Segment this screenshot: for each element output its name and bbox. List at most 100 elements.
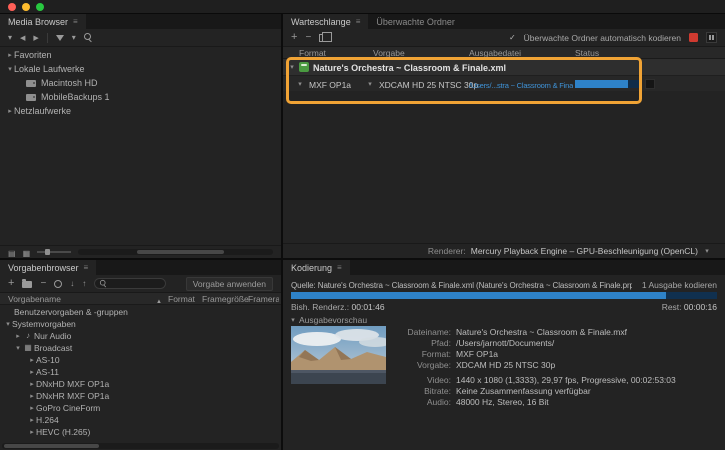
disclosure-collapsed-icon[interactable] (28, 393, 36, 400)
preset-row-systemvorgaben[interactable]: Systemvorgaben (0, 318, 281, 330)
status-cell (645, 79, 655, 89)
preset-settings-icon[interactable] (54, 280, 62, 288)
chevron-down-icon[interactable] (703, 248, 711, 255)
disclosure-expanded-icon[interactable] (6, 66, 14, 73)
column-status[interactable]: Status (575, 48, 599, 58)
detail-row: Bitrate:Keine Zusammenfassung verfügbar (389, 386, 676, 397)
zoom-window-button[interactable] (36, 3, 44, 11)
renderer-dropdown[interactable]: Mercury Playback Engine – GPU-Beschleuni… (471, 246, 698, 256)
stop-queue-button[interactable] (689, 33, 698, 42)
file-type-filter-icon[interactable] (72, 33, 76, 43)
preset-row-dnxhr[interactable]: DNxHR MXF OP1a (0, 390, 281, 402)
delete-preset-icon[interactable] (40, 279, 46, 289)
column-format[interactable]: Format (299, 48, 326, 58)
tab-warteschlange[interactable]: Warteschlange (283, 14, 368, 29)
tree-item-lokale-laufwerke[interactable]: Lokale Laufwerke (0, 62, 281, 76)
duplicate-icon[interactable] (319, 34, 327, 42)
preset-row-as11[interactable]: AS-11 (0, 366, 281, 378)
preset-dropdown-icon[interactable] (366, 81, 374, 88)
tree-item-favoriten[interactable]: Favoriten (0, 48, 281, 62)
scrollbar-thumb[interactable] (4, 444, 99, 448)
macos-titlebar (0, 0, 725, 14)
forward-icon[interactable] (33, 33, 38, 43)
preset-row-broadcast[interactable]: Broadcast (0, 342, 281, 354)
preset-browser-tabbar: Vorgabenbrowser (0, 260, 281, 275)
preset-row-nur-audio[interactable]: Nur Audio (0, 330, 281, 342)
preset-row-dnxhd[interactable]: DNxHD MXF OP1a (0, 378, 281, 390)
disclosure-collapsed-icon[interactable] (14, 333, 22, 340)
thumbnail-view-icon[interactable] (23, 244, 31, 258)
horizontal-scrollbar[interactable] (78, 249, 273, 255)
panel-menu-icon[interactable] (84, 263, 89, 272)
import-preset-icon[interactable] (70, 279, 74, 289)
disclosure-collapsed-icon[interactable] (28, 405, 36, 412)
preset-row-label: AS-11 (36, 367, 59, 377)
output-file-link[interactable]: /Users/...stra ~ Classroom & Finale.mxf (469, 81, 573, 90)
panel-menu-icon[interactable] (356, 17, 361, 26)
column-framerate[interactable]: Framerate (248, 294, 279, 304)
encoding-source-row: Quelle: Nature's Orchestra ~ Classroom &… (291, 280, 717, 290)
disclosure-collapsed-icon[interactable] (6, 108, 14, 115)
add-source-icon[interactable] (291, 32, 297, 43)
queue-source-row[interactable]: Nature's Orchestra ~ Classroom & Finale.… (283, 59, 725, 75)
search-icon[interactable] (84, 33, 93, 42)
format-dropdown-icon[interactable] (296, 81, 304, 88)
tree-item-netzlaufwerke[interactable]: Netzlaufwerke (0, 104, 281, 118)
format-dropdown[interactable]: MXF OP1a (309, 80, 351, 90)
filter-icon[interactable] (56, 35, 64, 41)
tab-ueberwachte-ordner[interactable]: Überwachte Ordner (368, 14, 463, 29)
queue-output-row[interactable]: MXF OP1a XDCAM HD 25 NTSC 30p /Users/...… (283, 75, 725, 91)
new-preset-icon[interactable] (8, 278, 14, 289)
disclosure-collapsed-icon[interactable] (28, 381, 36, 388)
scrollbar-thumb[interactable] (137, 250, 225, 254)
panel-menu-icon[interactable] (337, 263, 342, 272)
disclosure-collapsed-icon[interactable] (28, 417, 36, 424)
detail-row: Vorgabe:XDCAM HD 25 NTSC 30p (389, 360, 676, 371)
disclosure-collapsed-icon[interactable] (6, 52, 14, 59)
back-icon[interactable] (20, 33, 25, 43)
column-vorgabename[interactable]: Vorgabename (8, 294, 61, 304)
export-preset-icon[interactable] (82, 279, 86, 289)
tab-kodierung[interactable]: Kodierung (283, 260, 350, 275)
column-framegroesse[interactable]: Framegröße (202, 294, 249, 304)
minimize-window-button[interactable] (22, 3, 30, 11)
tab-media-browser[interactable]: Media Browser (0, 14, 86, 29)
disclosure-expanded-icon[interactable] (289, 317, 297, 324)
preset-row-h264[interactable]: H.264 (0, 414, 281, 426)
disclosure-collapsed-icon[interactable] (28, 369, 36, 376)
tree-item-mobilebackups[interactable]: MobileBackups 1 (0, 90, 281, 104)
disclosure-collapsed-icon[interactable] (28, 357, 36, 364)
disclosure-expanded-icon[interactable] (4, 321, 12, 328)
panel-menu-icon[interactable] (73, 17, 78, 26)
tree-item-macintosh-hd[interactable]: Macintosh HD (0, 76, 281, 90)
horizontal-scrollbar[interactable] (2, 443, 279, 449)
location-dropdown-icon[interactable] (8, 33, 12, 43)
slider-knob[interactable] (45, 249, 50, 255)
apply-preset-button[interactable]: Vorgabe anwenden (186, 277, 273, 291)
check-icon[interactable] (509, 33, 516, 43)
column-format[interactable]: Format (168, 294, 195, 304)
sort-ascending-icon[interactable] (156, 296, 162, 305)
column-vorgabe[interactable]: Vorgabe (373, 48, 405, 58)
preset-row-benutzervorgaben[interactable]: Benutzervorgaben & -gruppen (0, 306, 281, 318)
column-ausgabedatei[interactable]: Ausgabedatei (469, 48, 521, 58)
pause-queue-button[interactable] (706, 32, 717, 43)
remove-item-icon[interactable] (305, 33, 311, 43)
preset-search-field[interactable] (94, 278, 166, 289)
tab-media-browser-label: Media Browser (8, 17, 68, 27)
disclosure-expanded-icon[interactable] (14, 345, 22, 352)
preset-row-as10[interactable]: AS-10 (0, 354, 281, 366)
tab-vorgabenbrowser[interactable]: Vorgabenbrowser (0, 260, 96, 275)
preset-row-gopro[interactable]: GoPro CineForm (0, 402, 281, 414)
disclosure-expanded-icon[interactable] (288, 64, 296, 71)
tab-ueberwachte-ordner-label: Überwachte Ordner (376, 17, 455, 27)
preset-row-hevc[interactable]: HEVC (H.265) (0, 426, 281, 438)
list-view-icon[interactable] (8, 244, 16, 258)
preset-dropdown[interactable]: XDCAM HD 25 NTSC 30p (379, 80, 478, 90)
media-browser-toolbar (0, 29, 281, 47)
output-preview-section-header[interactable]: Ausgabevorschau (289, 315, 367, 325)
disclosure-collapsed-icon[interactable] (28, 429, 36, 436)
thumbnail-size-slider[interactable] (37, 251, 71, 253)
close-window-button[interactable] (8, 3, 16, 11)
new-group-icon[interactable] (22, 281, 32, 288)
